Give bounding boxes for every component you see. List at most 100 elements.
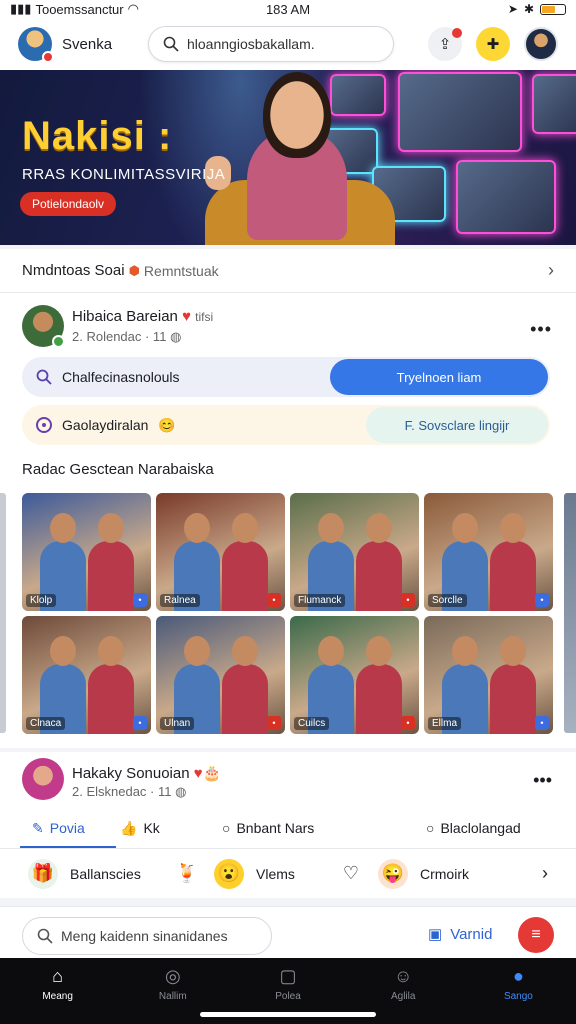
comment-input[interactable]: Meng kaidenn sinanidanes xyxy=(22,917,272,955)
gallery-photo[interactable]: Klolp • xyxy=(22,493,151,611)
like-icon: 👍 xyxy=(120,819,138,836)
gallery-badge-icon: • xyxy=(267,593,281,607)
gallery-photo[interactable]: Cuilcs • xyxy=(290,616,419,734)
create-button[interactable]: ✚ xyxy=(476,27,510,61)
profile-avatar[interactable] xyxy=(18,27,54,63)
smile-emoji-icon: 😊 xyxy=(158,416,176,433)
gallery-photo[interactable]: Ellma • xyxy=(424,616,553,734)
suggestion-bar[interactable]: Chalfecinasnolouls Tryelnoen liam xyxy=(22,357,550,397)
status-bar: ▮▮▮ Tooemssanctur ◠ 183 AM ➤ ✱ xyxy=(0,0,576,18)
app-header: Svenka hloanngiosbakallam. ⇪ ✚ xyxy=(0,18,576,70)
gallery-photo-caption: Ulnan xyxy=(160,717,195,730)
heart-icon: ♥ xyxy=(193,765,203,782)
gallery-badge-icon: • xyxy=(401,716,415,730)
suggestion-button[interactable]: Tryelnoen liam xyxy=(330,359,548,395)
gallery-next-edge[interactable] xyxy=(564,493,576,733)
compass-icon: ◎ xyxy=(164,966,181,986)
post2-author[interactable]: Hakaky Sonuoian xyxy=(72,765,190,782)
photo-gallery: Klolp • Ralnea • Flumanck • Sorclle • Clnaca • Uln… xyxy=(22,493,554,734)
camera-icon: ▣ xyxy=(428,926,443,943)
person-icon: ☺ xyxy=(394,966,413,986)
party-icon: 🎂 xyxy=(202,765,222,782)
shield-icon: ⬢ xyxy=(128,262,140,278)
comment-placeholder: Meng kaidenn sinanidanes xyxy=(61,928,228,944)
nav-create-label: Polea xyxy=(275,991,301,1002)
post-card-2: Hakaky Sonuoian ♥🎂 2. Elsknedac · 11 ◍ •… xyxy=(0,752,576,848)
play-circle-icon xyxy=(36,417,52,433)
action-post-label: Povia xyxy=(49,820,85,836)
gallery-photo-caption: Ellma xyxy=(428,717,462,730)
gallery-photo[interactable]: Sorclle • xyxy=(424,493,553,611)
gallery-photo[interactable]: Ulnan • xyxy=(156,616,285,734)
gallery-photo-caption: Klolp xyxy=(26,594,57,607)
reactions-row: 🎁 Ballanscies 🍹 😮 Vlems ♡ 😜 Crmoirk › xyxy=(0,848,576,898)
nav-account[interactable]: ● Sango xyxy=(461,958,576,1024)
plus-icon: ✚ xyxy=(486,36,500,53)
hero-title: Nakisi : xyxy=(22,114,173,158)
globe-icon: ◍ xyxy=(175,784,187,799)
home-icon: ⌂ xyxy=(52,966,64,986)
heart-icon: ♥ xyxy=(182,307,191,325)
menu-fab-button[interactable]: ≡ xyxy=(518,917,554,953)
post2-meta: 2. Elsknedac · 11 xyxy=(72,784,172,799)
nav-home[interactable]: ⌂ Meang xyxy=(0,958,115,1024)
nav-profile-label: Aglila xyxy=(390,991,416,1002)
comment-icon: ○ xyxy=(222,820,231,836)
heart-outline-icon[interactable]: ♡ xyxy=(336,859,366,889)
gallery-photo-caption: Cuilcs xyxy=(294,717,330,730)
more-options-icon[interactable]: ••• xyxy=(530,319,552,340)
carrier-name: Tooemssanctur xyxy=(35,1,124,17)
cocktail-emoji-icon[interactable]: 🍹 xyxy=(172,859,202,889)
gift-emoji-icon[interactable]: 🎁 xyxy=(28,858,58,889)
post-author-avatar[interactable] xyxy=(22,305,65,348)
play-label: Gaolaydiralan xyxy=(62,417,149,433)
gallery-badge-icon: • xyxy=(133,716,147,730)
action-comment[interactable]: ○ Bnbant Nars xyxy=(222,820,314,836)
laugh-emoji-icon[interactable]: 😜 xyxy=(378,858,408,889)
gallery-badge-icon: • xyxy=(267,716,281,730)
hero-cta-button[interactable]: Potielondaolv xyxy=(20,192,117,216)
chevron-right-icon[interactable]: › xyxy=(548,260,554,281)
gallery-photo[interactable]: Clnaca • xyxy=(22,616,151,734)
chevron-right-icon[interactable]: › xyxy=(542,863,548,884)
camera-button[interactable]: ▣ Varnid xyxy=(428,925,492,944)
hero-banner[interactable]: Nakisi : RRAS KONLIMITASSVIRIJA Potielon… xyxy=(0,70,576,245)
signal-icon: ▮▮▮ xyxy=(10,1,32,16)
gallery-photo[interactable]: Ralnea • xyxy=(156,493,285,611)
post-author-suffix: tifsi xyxy=(195,309,214,324)
suggestion-label: Chalfecinasnolouls xyxy=(62,369,180,385)
section-title: Nmdntoas Soai xyxy=(22,262,125,279)
nav-home-label: Meang xyxy=(42,991,73,1002)
post2-author-avatar[interactable] xyxy=(22,758,64,800)
play-button[interactable]: F. Sovsclare lingijr xyxy=(366,407,548,443)
user-icon: ● xyxy=(512,966,524,986)
nav-account-label: Sango xyxy=(503,991,533,1002)
search-icon xyxy=(36,369,52,385)
search-input[interactable]: hloanngiosbakallam. xyxy=(148,26,394,62)
gallery-prev-edge[interactable] xyxy=(0,493,6,733)
section-subtitle: Remntstuak xyxy=(143,262,219,279)
edit-icon: ✎ xyxy=(32,819,44,836)
reaction-label-2: Vlems xyxy=(256,865,295,882)
section-header[interactable]: Nmdntoas Soai ⬢ Remntstuak › xyxy=(0,249,576,293)
reaction-label-3: Crmoirk xyxy=(420,865,469,882)
action-share[interactable]: ○ Blaclolangad xyxy=(426,820,521,836)
bluetooth-icon: ✱ xyxy=(523,2,534,16)
share-button[interactable]: ⇪ xyxy=(428,27,462,61)
user-avatar[interactable] xyxy=(524,27,558,61)
gallery-photo[interactable]: Flumanck • xyxy=(290,493,419,611)
wifi-icon: ◠ xyxy=(127,1,139,16)
post-author[interactable]: Hibaica Bareian xyxy=(72,308,178,325)
action-post[interactable]: ✎ Povia xyxy=(32,820,85,837)
search-icon xyxy=(37,928,53,944)
hero-subtitle: RRAS KONLIMITASSVIRIJA xyxy=(22,166,226,183)
search-icon xyxy=(163,36,179,52)
action-like-label: Kk xyxy=(143,820,160,836)
more-options-icon[interactable]: ••• xyxy=(533,770,552,791)
play-bar[interactable]: Gaolaydiralan 😊 F. Sovsclare lingijr xyxy=(22,405,550,445)
action-share-label: Blaclolangad xyxy=(440,820,521,836)
gallery-photo-caption: Sorclle xyxy=(428,594,467,607)
wow-emoji-icon[interactable]: 😮 xyxy=(214,858,244,889)
action-like[interactable]: 👍 Kk xyxy=(120,820,160,837)
location-icon: ➤ xyxy=(507,2,518,16)
